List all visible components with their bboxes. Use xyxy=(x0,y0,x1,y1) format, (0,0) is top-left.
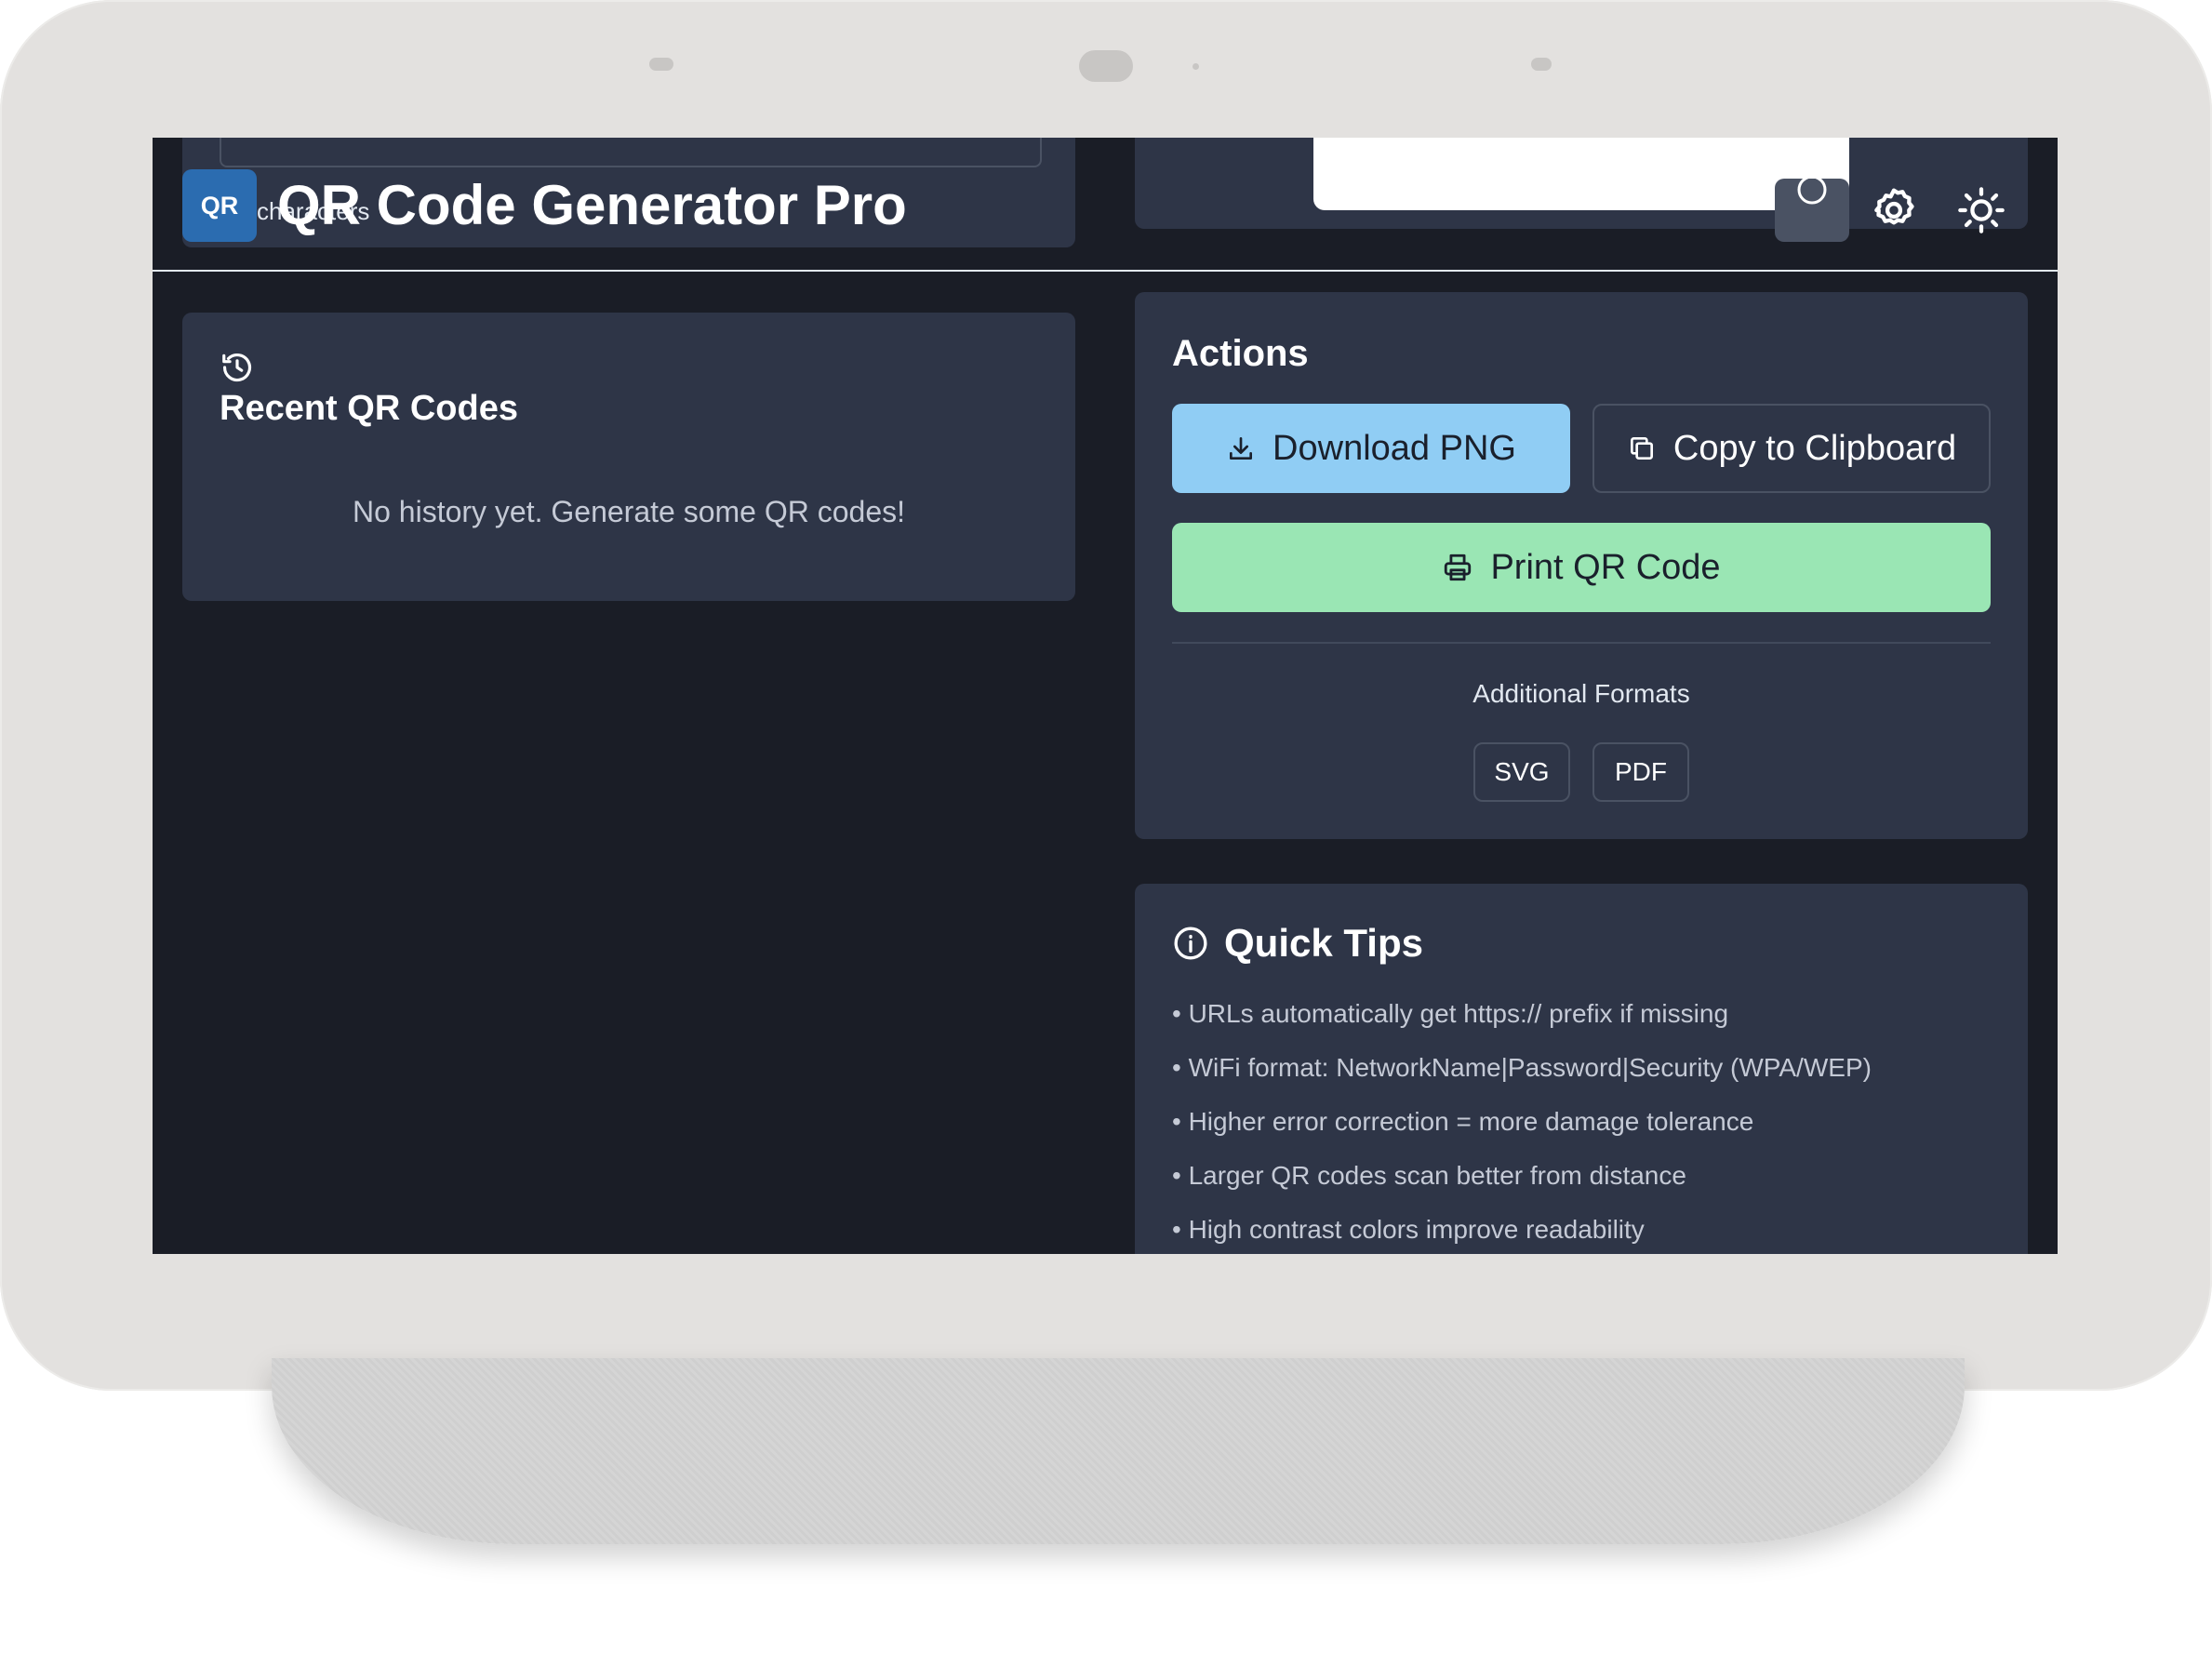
speaker-stand xyxy=(272,1358,1965,1544)
download-png-button[interactable]: Download PNG xyxy=(1172,404,1570,493)
tip-item: • Larger QR codes scan better from dista… xyxy=(1172,1161,1686,1190)
app-screen: QR characters QR Code Generator Pro Rece… xyxy=(153,138,2058,1254)
print-label: Print QR Code xyxy=(1490,547,1721,587)
header-divider xyxy=(153,270,2058,272)
actions-divider xyxy=(1172,642,1991,644)
logo-text: QR xyxy=(200,191,239,220)
circle-button[interactable] xyxy=(1775,179,1849,242)
input-box-edge xyxy=(220,138,1042,167)
svg-format-button[interactable]: SVG xyxy=(1473,742,1570,802)
sensor-dot xyxy=(1193,63,1199,70)
circle-icon xyxy=(1797,179,1827,205)
tip-item: • High contrast colors improve readabili… xyxy=(1172,1215,1645,1244)
sun-icon xyxy=(1958,187,2005,233)
tip-item: • URLs automatically get https:// prefix… xyxy=(1172,999,1729,1028)
print-qr-button[interactable]: Print QR Code xyxy=(1172,523,1991,612)
printer-icon xyxy=(1445,553,1472,581)
sensor-left xyxy=(649,58,673,71)
tips-title: Quick Tips xyxy=(1224,921,1423,965)
theme-toggle[interactable] xyxy=(1952,180,2011,240)
page-title: QR Code Generator Pro xyxy=(277,174,907,236)
history-card: Recent QR Codes No history yet. Generate… xyxy=(182,313,1075,601)
device-frame: QR characters QR Code Generator Pro Rece… xyxy=(0,0,2212,1391)
history-icon xyxy=(222,353,252,382)
copy-label: Copy to Clipboard xyxy=(1672,428,1957,468)
camera xyxy=(1079,50,1133,82)
pdf-format-button[interactable]: PDF xyxy=(1592,742,1689,802)
download-icon xyxy=(1230,437,1253,460)
history-empty-text: No history yet. Generate some QR codes! xyxy=(352,495,906,528)
settings-button[interactable] xyxy=(1864,180,1924,240)
copy-clipboard-button[interactable]: Copy to Clipboard xyxy=(1592,404,1991,493)
sensor-right xyxy=(1531,58,1552,71)
download-label: Download PNG xyxy=(1273,428,1516,468)
additional-formats-label: Additional Formats xyxy=(1472,679,1690,708)
copy-icon xyxy=(1630,437,1653,460)
tip-item: • WiFi format: NetworkName|Password|Secu… xyxy=(1172,1053,1872,1082)
white-panel xyxy=(1313,138,1849,210)
svg-label: SVG xyxy=(1494,757,1550,786)
history-title: Recent QR Codes xyxy=(220,389,518,428)
pdf-label: PDF xyxy=(1615,757,1667,786)
logo-badge: QR xyxy=(182,169,257,242)
gear-icon xyxy=(1874,188,1914,225)
info-icon xyxy=(1174,927,1207,960)
tip-item: • Higher error correction = more damage … xyxy=(1172,1107,1754,1136)
actions-title: Actions xyxy=(1172,333,1309,374)
